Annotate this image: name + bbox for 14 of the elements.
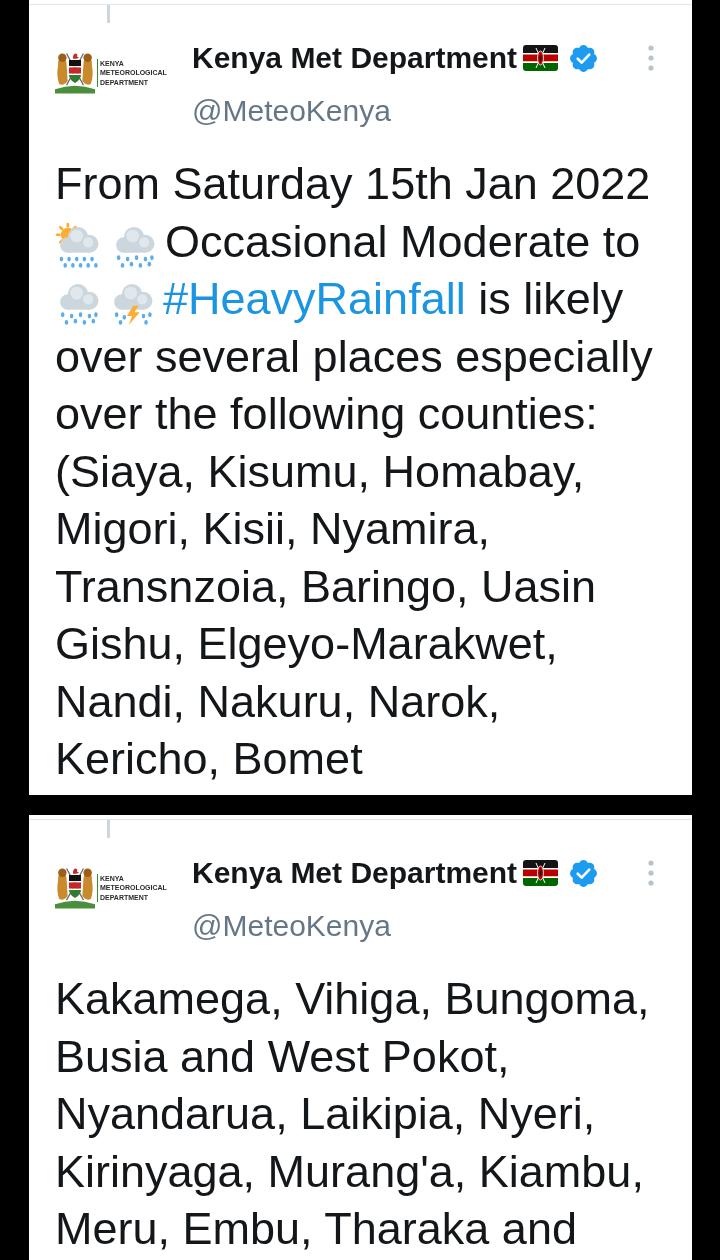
- author-name: Kenya Met Department: [192, 40, 518, 76]
- more-options-icon[interactable]: [648, 860, 654, 886]
- flag-icon: [523, 860, 559, 886]
- more-options-icon[interactable]: [648, 45, 654, 71]
- coat-of-arms-icon: [55, 52, 95, 94]
- author-handle: @MeteoKenya: [192, 93, 392, 129]
- tweet-text: Kakamega, Vihiga, Bungoma, Busia and West Pokot, Nyandarua, Laikipia, Nyeri, Kirinyaga, Murang'a, Kiambu, Meru, Embu, Tharaka and: [55, 972, 651, 1256]
- hashtag-link[interactable]: #HeavyRainfall: [163, 273, 466, 324]
- sun-cloud-rain-icon: [55, 221, 101, 268]
- tweet-text: From Saturday 15th Jan 2022 Occasional Moderate to #HeavyRainfall is likely over several places especially over the following counties: (Siaya, Kisumu, Homabay, Migori, Kisii, Nyamira, Transnzoia, Baringo, Uasin Gishu, Elgeyo-Marakwet, Nandi, Nakuru, Narok, Kericho, Bomet: [55, 157, 654, 786]
- coat-of-arms-icon: [55, 867, 95, 909]
- author-name: Kenya Met Department: [192, 855, 518, 891]
- author-handle: @MeteoKenya: [192, 908, 392, 944]
- flag-icon: [523, 45, 559, 71]
